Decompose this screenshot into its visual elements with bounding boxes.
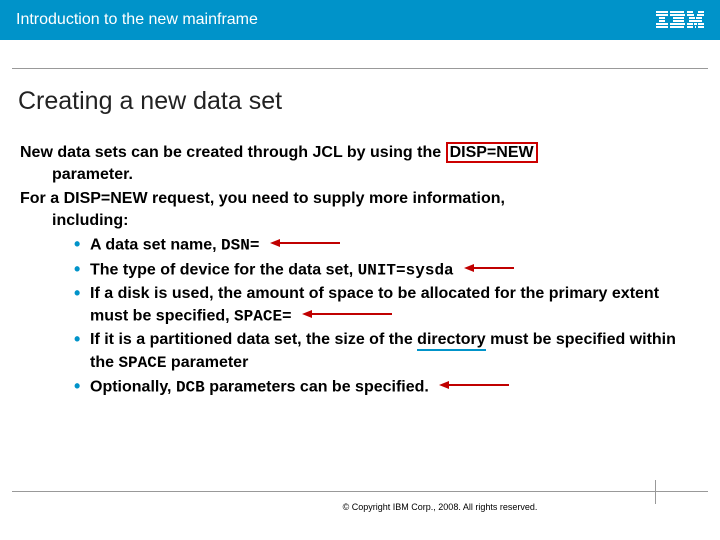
header-title: Introduction to the new mainframe — [16, 11, 258, 29]
code-space2: SPACE — [118, 354, 166, 372]
ibm-logo-icon — [656, 11, 704, 29]
copyright-text: © Copyright IBM Corp., 2008. All rights … — [0, 502, 720, 512]
text: parameter — [166, 354, 248, 371]
list-item: Optionally, DCB parameters can be specif… — [74, 376, 696, 398]
text: Optionally, — [90, 378, 176, 395]
highlighted-disp-new: DISP=NEW — [446, 142, 538, 163]
list-item: A data set name, DSN= — [74, 234, 696, 256]
arrow-icon — [270, 234, 340, 256]
text: parameters can be specified. — [205, 378, 429, 395]
footer-tick — [655, 480, 656, 504]
code-space: SPACE= — [234, 307, 292, 325]
slide-title: Creating a new data set — [18, 87, 282, 116]
content-body: New data sets can be created through JCL… — [20, 142, 696, 398]
arrow-icon — [464, 259, 514, 281]
title-row: Creating a new data set — [4, 87, 708, 116]
underlined-directory: directory — [417, 331, 485, 351]
title-accent-bar — [4, 89, 10, 115]
text: parameter. — [20, 164, 696, 186]
bullet-list: A data set name, DSN= The type of device… — [20, 234, 696, 398]
arrow-icon — [302, 305, 392, 327]
list-item: The type of device for the data set, UNI… — [74, 259, 696, 281]
text: A data set name, — [90, 237, 221, 254]
text: New data sets can be created through JCL… — [20, 144, 446, 161]
code-unit: UNIT=sysda — [358, 261, 454, 279]
code-dsn: DSN= — [221, 237, 259, 255]
paragraph-2: For a DISP=NEW request, you need to supp… — [20, 188, 696, 232]
ibm-logo — [656, 11, 704, 29]
list-item: If it is a partitioned data set, the siz… — [74, 329, 696, 373]
footer-divider — [12, 491, 708, 492]
text: The type of device for the data set, — [90, 261, 358, 278]
code-dcb: DCB — [176, 378, 205, 396]
text: For a DISP=NEW request, you need to supp… — [20, 190, 505, 207]
text: If it is a partitioned data set, the siz… — [90, 331, 417, 348]
text: including: — [20, 210, 696, 232]
slide-header: Introduction to the new mainframe — [0, 0, 720, 40]
paragraph-1: New data sets can be created through JCL… — [20, 142, 696, 186]
list-item: If a disk is used, the amount of space t… — [74, 283, 696, 327]
divider — [12, 68, 708, 69]
arrow-icon — [439, 376, 509, 398]
